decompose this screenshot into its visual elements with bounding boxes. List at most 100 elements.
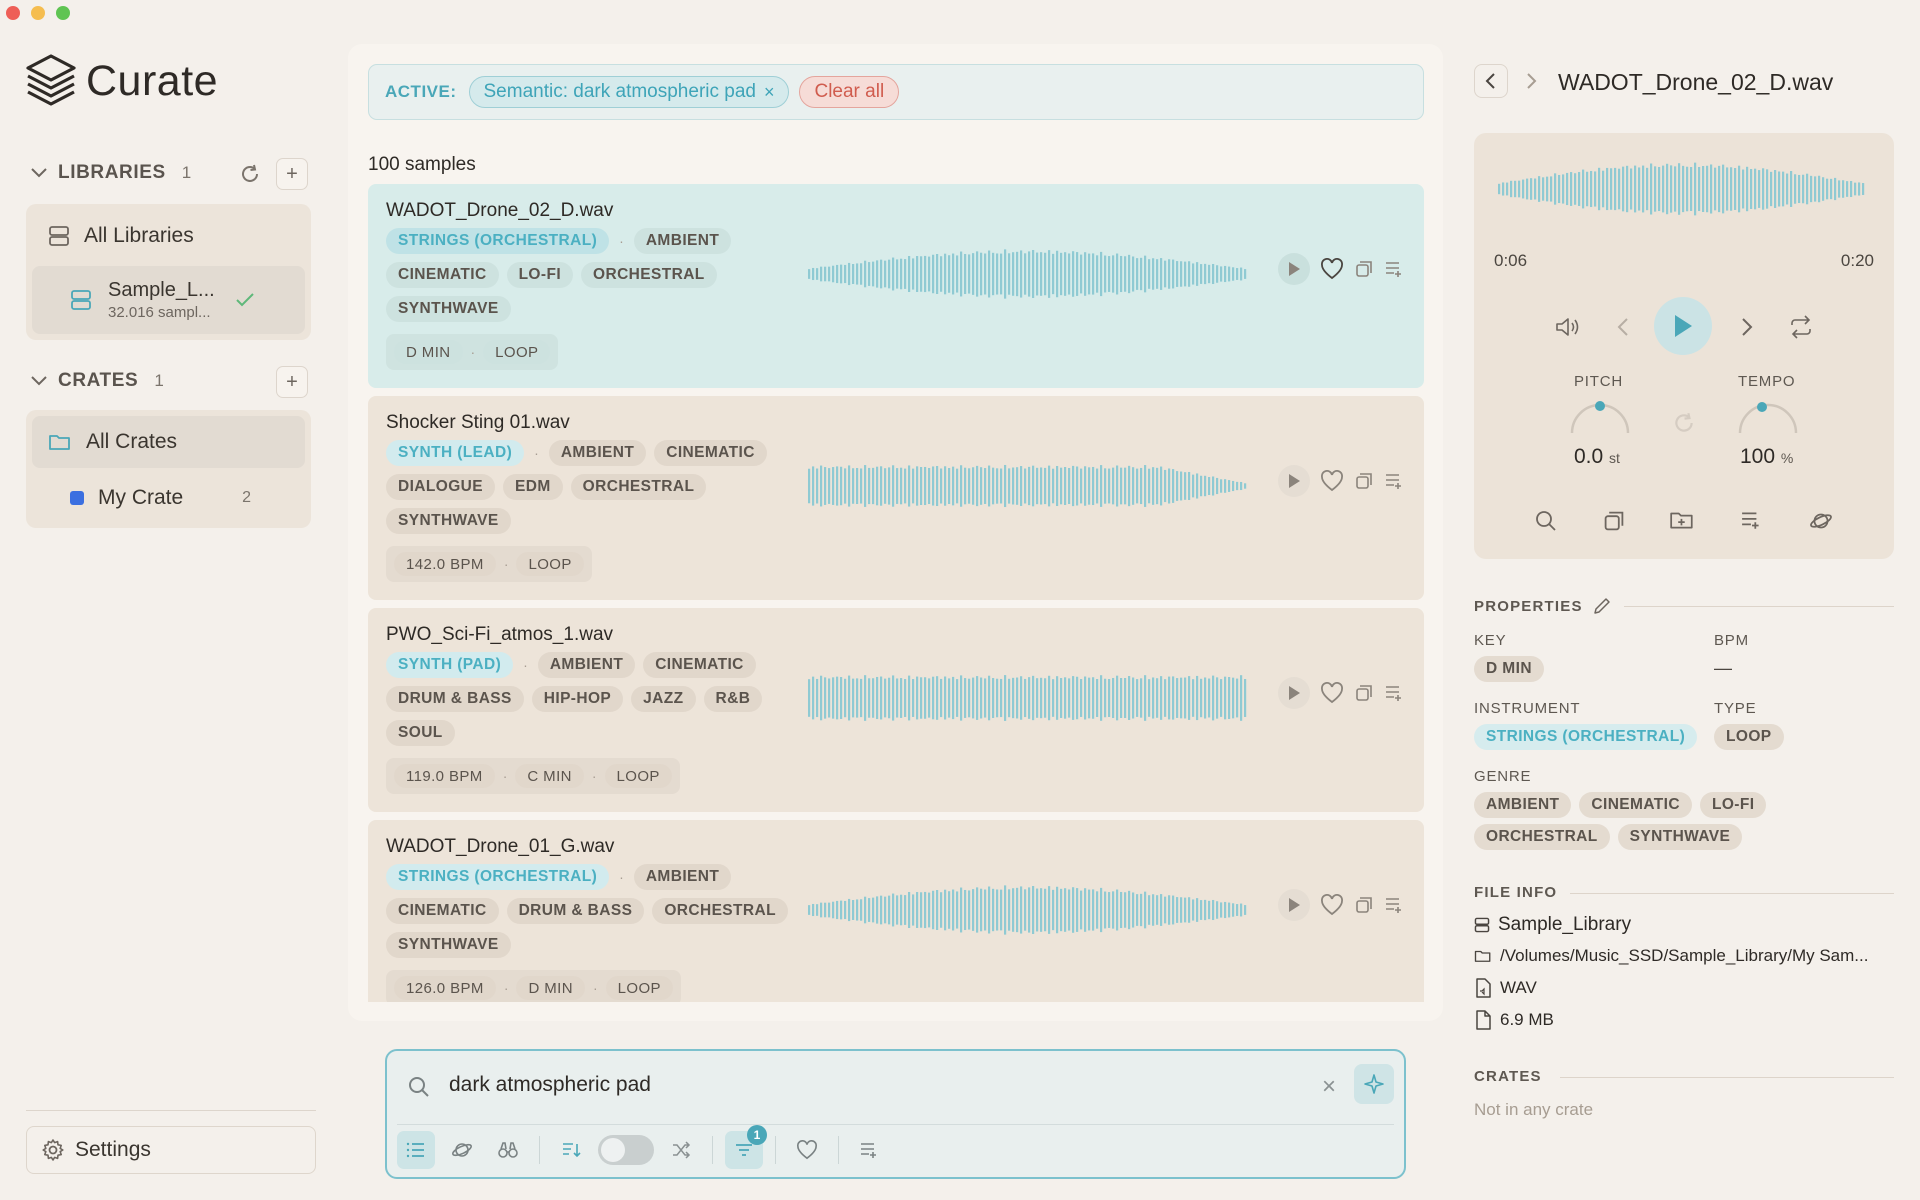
genre-tag[interactable]: EDM (503, 474, 563, 500)
waveform[interactable] (808, 668, 1248, 728)
instrument-tag[interactable]: SYNTH (LEAD) (386, 440, 525, 466)
add-to-folder-icon[interactable] (1669, 509, 1695, 531)
volume-icon[interactable] (1554, 315, 1582, 339)
play-button[interactable] (1278, 889, 1310, 921)
playlist-button[interactable] (851, 1131, 889, 1169)
sample-row[interactable]: WADOT_Drone_02_D.wav STRINGS (ORCHESTRAL… (368, 184, 1424, 388)
genre-tag[interactable]: SYNTHWAVE (386, 508, 511, 534)
genre-tag[interactable]: DRUM & BASS (386, 686, 524, 712)
planet-icon[interactable] (1808, 509, 1834, 533)
waveform[interactable] (808, 880, 1248, 940)
add-to-playlist-icon[interactable] (1384, 895, 1406, 915)
genre-tag[interactable]: SYNTHWAVE (386, 932, 511, 958)
play-button[interactable] (1654, 297, 1712, 355)
sample-row[interactable]: WADOT_Drone_01_G.wav STRINGS (ORCHESTRAL… (368, 820, 1424, 1002)
filter-button[interactable]: 1 (725, 1124, 767, 1169)
genre-tag[interactable]: AMBIENT (633, 864, 732, 890)
waveform[interactable] (808, 456, 1248, 516)
find-similar-button[interactable] (489, 1131, 527, 1169)
heart-icon[interactable] (1320, 258, 1344, 280)
copy-icon[interactable] (1354, 259, 1374, 279)
sidebar-item-all-crates[interactable]: All Crates (32, 416, 305, 468)
list-view-button[interactable] (397, 1130, 435, 1169)
genre-tag[interactable]: DIALOGUE (386, 474, 496, 500)
semantic-filter-chip[interactable]: Semantic: dark atmospheric pad × (468, 76, 790, 108)
copy-icon[interactable] (1602, 509, 1626, 533)
add-to-playlist-icon[interactable] (1384, 683, 1406, 703)
genre-tag[interactable]: R&B (703, 686, 763, 712)
pitch-knob[interactable] (1566, 397, 1634, 437)
shuffle-button[interactable] (662, 1131, 700, 1169)
genre-tag[interactable]: CINEMATIC (654, 440, 767, 466)
play-button[interactable] (1278, 465, 1310, 497)
ai-search-button[interactable] (1354, 1064, 1394, 1104)
settings-button[interactable]: Settings (26, 1126, 316, 1174)
genre-tag[interactable]: ORCHESTRAL (570, 474, 707, 500)
genre-tag[interactable]: LO-FI (506, 262, 574, 288)
libraries-header[interactable]: LIBRARIES 1 (30, 162, 192, 184)
back-button[interactable] (1474, 64, 1508, 98)
add-to-playlist-icon[interactable] (1739, 509, 1765, 531)
genre-tag[interactable]: AMBIENT (548, 440, 647, 466)
favorites-filter-button[interactable] (788, 1131, 826, 1169)
tempo-knob[interactable] (1734, 397, 1802, 437)
next-icon[interactable] (1740, 317, 1754, 337)
search-icon[interactable] (1534, 509, 1558, 533)
copy-icon[interactable] (1354, 895, 1374, 915)
genre-tag[interactable]: CINEMATIC (1579, 792, 1692, 818)
instrument-tag[interactable]: SYNTH (PAD) (386, 652, 514, 678)
instrument-tag[interactable]: STRINGS (ORCHESTRAL) (386, 864, 610, 890)
genre-tag[interactable]: AMBIENT (633, 228, 732, 254)
waveform[interactable] (808, 244, 1248, 304)
genre-tag[interactable]: CINEMATIC (386, 898, 499, 924)
sort-button[interactable] (552, 1131, 590, 1169)
path-value[interactable]: /Volumes/Music_SSD/Sample_Library/My Sam… (1500, 946, 1868, 966)
genre-tag[interactable]: AMBIENT (1474, 792, 1572, 818)
clear-search-button[interactable]: × (1322, 1073, 1336, 1101)
search-input[interactable]: dark atmospheric pad (449, 1073, 651, 1097)
instrument-value[interactable]: STRINGS (ORCHESTRAL) (1474, 724, 1698, 750)
heart-icon[interactable] (1320, 470, 1344, 492)
edit-icon[interactable] (1592, 596, 1612, 616)
genre-tag[interactable]: HIP-HOP (531, 686, 624, 712)
sample-row[interactable]: Shocker Sting 01.wav SYNTH (LEAD) · AMBI… (368, 396, 1424, 600)
heart-icon[interactable] (1320, 894, 1344, 916)
play-button[interactable] (1278, 253, 1310, 285)
sort-direction-toggle[interactable] (598, 1134, 654, 1165)
sidebar-item-crate[interactable]: My Crate 2 (32, 472, 305, 524)
genre-tag[interactable]: CINEMATIC (643, 652, 756, 678)
genre-tag[interactable]: SYNTHWAVE (1617, 824, 1743, 850)
add-library-button[interactable]: + (276, 158, 308, 190)
genre-tag[interactable]: JAZZ (631, 686, 696, 712)
add-to-playlist-icon[interactable] (1384, 259, 1406, 279)
sidebar-item-all-libraries[interactable]: All Libraries (32, 210, 305, 262)
genre-tag[interactable]: CINEMATIC (386, 262, 499, 288)
sidebar-item-library[interactable]: Sample_L... 32.016 sampl... (32, 266, 305, 334)
genre-tag[interactable]: ORCHESTRAL (581, 262, 717, 288)
player-waveform[interactable] (1498, 157, 1868, 221)
previous-icon[interactable] (1616, 317, 1630, 337)
genre-tag[interactable]: AMBIENT (537, 652, 636, 678)
heart-icon[interactable] (1320, 682, 1344, 704)
clear-all-button[interactable]: Clear all (799, 76, 900, 108)
forward-button[interactable] (1514, 64, 1548, 98)
loop-icon[interactable] (1788, 315, 1814, 339)
play-button[interactable] (1278, 677, 1310, 709)
genre-tag[interactable]: SOUL (386, 720, 455, 746)
genre-tag[interactable]: ORCHESTRAL (652, 898, 788, 924)
similarity-view-button[interactable] (443, 1131, 481, 1169)
add-to-playlist-icon[interactable] (1384, 471, 1406, 491)
reset-icon[interactable] (1672, 411, 1696, 435)
crates-header[interactable]: CRATES 1 (30, 370, 164, 392)
add-crate-button[interactable]: + (276, 366, 308, 398)
genre-tag[interactable]: ORCHESTRAL (1474, 824, 1610, 850)
close-icon[interactable]: × (764, 82, 775, 103)
genre-tag[interactable]: DRUM & BASS (506, 898, 645, 924)
genre-tag[interactable]: LO-FI (1699, 792, 1767, 818)
sample-row[interactable]: PWO_Sci-Fi_atmos_1.wav SYNTH (PAD) · AMB… (368, 608, 1424, 812)
copy-icon[interactable] (1354, 471, 1374, 491)
refresh-libraries-button[interactable] (236, 160, 264, 188)
genre-tag[interactable]: SYNTHWAVE (386, 296, 511, 322)
instrument-tag[interactable]: STRINGS (ORCHESTRAL) (386, 228, 610, 254)
copy-icon[interactable] (1354, 683, 1374, 703)
